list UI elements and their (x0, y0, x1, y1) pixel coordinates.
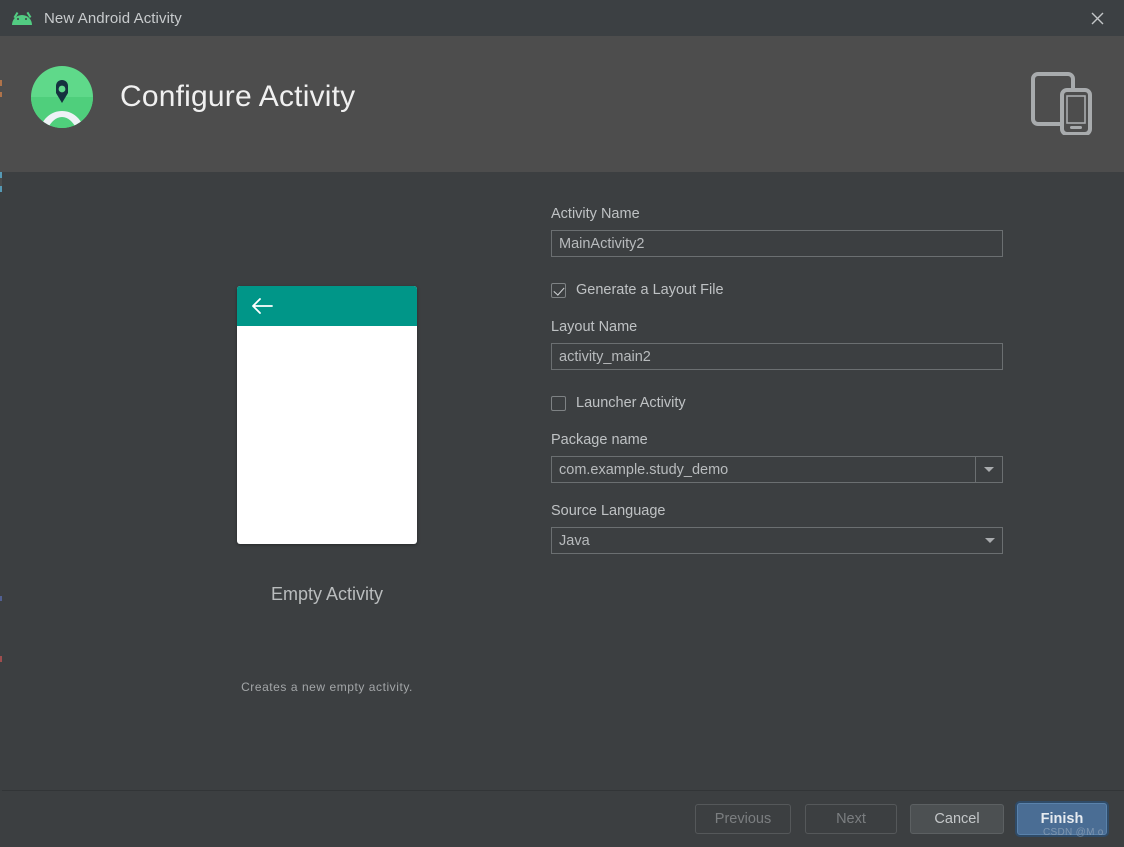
template-description: Creates a new empty activity. (241, 680, 413, 694)
source-language-label: Source Language (551, 503, 666, 519)
template-name-label: Empty Activity (270, 584, 384, 604)
activity-name-input[interactable] (551, 230, 1003, 257)
tablet-and-phone-icon (1031, 72, 1092, 135)
activity-name-label: Activity Name (551, 206, 640, 222)
title-bar-left-group: New Android Activity (0, 10, 182, 27)
dialog-title-bar: New Android Activity (0, 0, 1124, 36)
activity-config-form: Activity Name Generate a Layout File Lay… (551, 206, 1003, 554)
generate-layout-label: Generate a Layout File (576, 282, 724, 298)
package-name-value[interactable]: com.example.study_demo (552, 457, 975, 482)
package-name-label: Package name (551, 432, 648, 448)
close-icon (1091, 12, 1103, 24)
dialog-body: Empty Activity Creates a new empty activ… (0, 172, 1124, 790)
page-title: Configure Activity (120, 80, 356, 113)
android-studio-logo-icon (31, 66, 93, 128)
back-arrow-icon (252, 298, 273, 314)
layout-name-label: Layout Name (551, 319, 638, 335)
layout-name-input[interactable] (551, 343, 1003, 370)
dialog-header: Configure Activity (0, 36, 1124, 172)
cancel-button[interactable]: Cancel (910, 804, 1004, 834)
activity-preview-card (237, 286, 417, 544)
new-android-activity-dialog: New Android Activity Configure Activity (0, 0, 1124, 847)
generate-layout-checkbox-row[interactable]: Generate a Layout File (551, 279, 1003, 301)
android-robot-icon (12, 11, 32, 25)
previous-button[interactable]: Previous (695, 804, 791, 834)
chevron-down-icon (984, 467, 994, 472)
source-language-combobox[interactable]: Java (551, 527, 1003, 554)
source-language-value: Java (559, 532, 590, 549)
launcher-activity-checkbox-row[interactable]: Launcher Activity (551, 392, 1003, 414)
launcher-activity-checkbox[interactable] (551, 395, 566, 411)
finish-button[interactable]: Finish (1017, 803, 1107, 835)
close-button[interactable] (1070, 0, 1124, 36)
template-preview[interactable] (237, 286, 417, 544)
launcher-activity-label: Launcher Activity (576, 395, 686, 411)
dialog-title: New Android Activity (44, 9, 182, 27)
preview-app-bar (237, 286, 417, 326)
dialog-footer: Previous Next Cancel (0, 790, 1124, 847)
package-name-dropdown-button[interactable] (975, 457, 1002, 482)
window-edge-bleed (0, 36, 2, 847)
package-name-combobox[interactable]: com.example.study_demo (551, 456, 1003, 483)
generate-layout-checkbox[interactable] (551, 282, 566, 298)
chevron-down-icon (985, 538, 995, 543)
next-button[interactable]: Next (805, 804, 897, 834)
